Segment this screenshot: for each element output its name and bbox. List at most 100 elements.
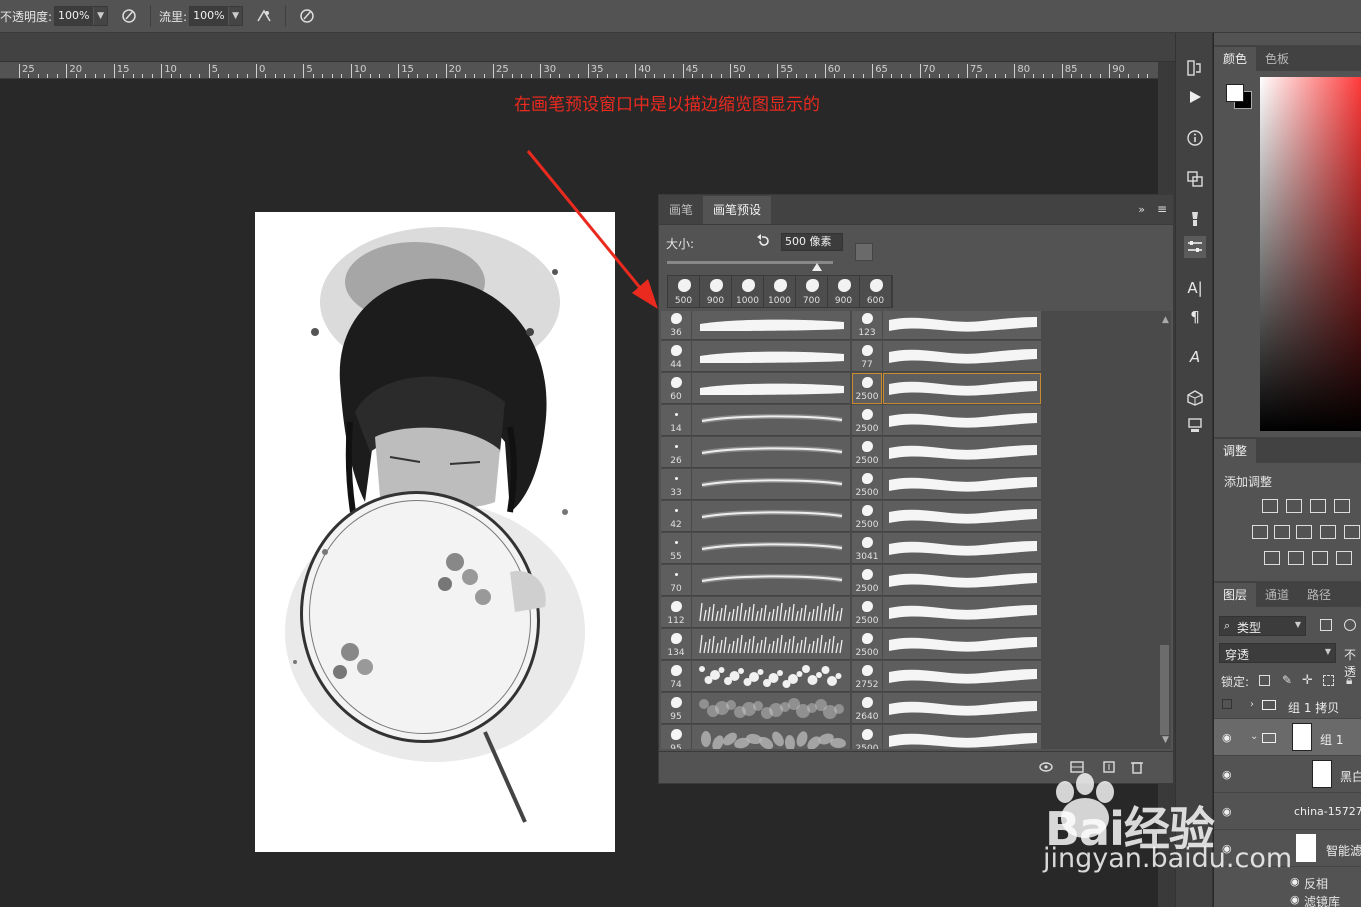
brush-preset-thumb[interactable]: 77 (852, 341, 882, 372)
layer-row[interactable]: ◉ 黑白 (1214, 756, 1361, 793)
brightness-icon[interactable] (1262, 499, 1278, 513)
visibility-empty-icon[interactable] (1222, 699, 1232, 709)
balance-icon[interactable] (1274, 525, 1290, 539)
lock-all-icon[interactable]: 🔒︎ (1346, 673, 1352, 688)
recent-brush[interactable]: 600 (860, 276, 892, 307)
tab-paths[interactable]: 路径 (1298, 583, 1340, 607)
brush-preset-thumb[interactable]: 14 (661, 405, 691, 436)
layer-row[interactable]: ◉ ⌄ 组 1 (1214, 719, 1361, 756)
brush-preset-stroke[interactable] (692, 661, 850, 692)
brush-panel-icon[interactable] (1184, 208, 1206, 230)
brush-preset-thumb[interactable]: 2500 (852, 725, 882, 749)
tab-color[interactable]: 颜色 (1214, 47, 1257, 71)
layer-row[interactable]: ◉ china-157278 (1214, 793, 1361, 830)
brush-preset-stroke[interactable] (883, 405, 1041, 436)
brush-preset-thumb[interactable]: 55 (661, 533, 691, 564)
brush-preset-stroke[interactable] (883, 533, 1041, 564)
levels-icon[interactable] (1286, 499, 1302, 513)
brush-preset-stroke[interactable] (883, 565, 1041, 596)
eye-icon[interactable]: ◉ (1290, 893, 1300, 906)
brush-preset-stroke[interactable] (883, 629, 1041, 660)
brush-preset-stroke[interactable] (692, 373, 850, 404)
new-brush-icon[interactable] (855, 243, 873, 261)
eye-icon[interactable]: ◉ (1222, 768, 1232, 781)
scroll-up-icon[interactable]: ▲ (1162, 315, 1169, 325)
photo-filter-icon[interactable] (1320, 525, 1336, 539)
tab-channels[interactable]: 通道 (1256, 583, 1298, 607)
tab-swatches[interactable]: 色板 (1256, 47, 1298, 71)
smart-filter-thumbnail[interactable] (1296, 834, 1316, 862)
brush-preset-thumb[interactable]: 2500 (852, 437, 882, 468)
brush-preset-stroke[interactable] (692, 437, 850, 468)
brush-preset-thumb[interactable]: 2500 (852, 501, 882, 532)
brush-preset-thumb[interactable]: 74 (661, 661, 691, 692)
brush-preset-stroke[interactable] (692, 597, 850, 628)
brush-preset-thumb[interactable]: 70 (661, 565, 691, 596)
brush-preset-stroke[interactable] (883, 469, 1041, 500)
brush-preset-thumb[interactable]: 44 (661, 341, 691, 372)
layer-row[interactable]: › 组 1 拷贝 (1214, 693, 1361, 719)
character-icon[interactable]: A| (1184, 277, 1206, 299)
blend-mode-select[interactable]: 穿透 ▼ (1219, 643, 1336, 663)
brush-preset-thumb[interactable]: 2500 (852, 469, 882, 500)
layer-mask-thumbnail[interactable] (1292, 723, 1312, 751)
exposure-icon[interactable] (1334, 499, 1350, 513)
chevron-down-icon[interactable]: ▼ (93, 7, 107, 25)
layer-filter-select[interactable]: ⌕ 类型 ▼ (1219, 616, 1306, 636)
pressure-opacity-icon[interactable] (118, 5, 140, 27)
brush-preset-stroke[interactable] (692, 469, 850, 500)
size-value[interactable]: 500 像素 (781, 233, 843, 251)
vibrance-icon[interactable] (1252, 525, 1268, 539)
chevron-right-icon[interactable]: › (1250, 699, 1254, 710)
brush-preset-stroke[interactable] (883, 373, 1041, 404)
chevron-down-icon[interactable]: ▼ (228, 7, 242, 25)
brush-preset-stroke[interactable] (883, 341, 1041, 372)
lock-transparent-icon[interactable] (1259, 675, 1270, 686)
invert-icon[interactable] (1264, 551, 1280, 565)
brush-preset-thumb[interactable]: 33 (661, 469, 691, 500)
history-icon[interactable] (1184, 57, 1206, 79)
brush-preset-stroke[interactable] (883, 725, 1041, 749)
tab-brush[interactable]: 画笔 (659, 196, 703, 224)
preset-scroll-thumb[interactable] (1160, 645, 1169, 735)
brush-preset-thumb[interactable]: 123 (852, 311, 882, 340)
eye-icon[interactable]: ◉ (1290, 875, 1300, 888)
gradient-map-icon[interactable] (1336, 551, 1352, 565)
brush-preset-stroke[interactable] (692, 725, 850, 749)
brush-preset-stroke[interactable] (883, 661, 1041, 692)
brush-preset-stroke[interactable] (692, 533, 850, 564)
clone-source-icon[interactable] (1184, 168, 1206, 190)
brush-preset-thumb[interactable]: 2500 (852, 373, 882, 404)
brush-preset-thumb[interactable]: 60 (661, 373, 691, 404)
brush-preset-stroke[interactable] (883, 501, 1041, 532)
recent-brush[interactable]: 1000 (732, 276, 764, 307)
effect-invert[interactable]: 反相 (1304, 875, 1328, 892)
brush-preset-thumb[interactable]: 95 (661, 693, 691, 724)
chevron-down-icon[interactable]: ⌄ (1250, 731, 1258, 742)
recent-brush[interactable]: 500 (668, 276, 700, 307)
brush-preset-thumb[interactable]: 112 (661, 597, 691, 628)
adjustment-filter-icon[interactable] (1344, 619, 1356, 631)
brush-preset-stroke[interactable] (883, 693, 1041, 724)
brush-preset-stroke[interactable] (692, 629, 850, 660)
brush-preset-stroke[interactable] (883, 437, 1041, 468)
panel-menu-icon[interactable]: ≡ (1157, 202, 1167, 216)
brush-preset-stroke[interactable] (692, 405, 850, 436)
brush-preset-stroke[interactable] (692, 693, 850, 724)
brush-preset-stroke[interactable] (692, 311, 850, 340)
threshold-icon[interactable] (1312, 551, 1328, 565)
pressure-size-icon[interactable] (296, 5, 318, 27)
brush-preset-thumb[interactable]: 2500 (852, 629, 882, 660)
curves-icon[interactable] (1310, 499, 1326, 513)
airbrush-icon[interactable] (253, 5, 275, 27)
eye-icon[interactable]: ◉ (1222, 805, 1232, 818)
color-picker-field[interactable] (1260, 77, 1361, 431)
properties-icon[interactable] (1184, 414, 1206, 436)
size-slider-thumb[interactable] (812, 263, 822, 271)
brush-preset-thumb[interactable]: 134 (661, 629, 691, 660)
brush-preset-thumb[interactable]: 2500 (852, 597, 882, 628)
brush-preset-stroke[interactable] (883, 597, 1041, 628)
brush-preset-thumb[interactable]: 2752 (852, 661, 882, 692)
brush-preset-thumb[interactable]: 2640 (852, 693, 882, 724)
brush-preset-thumb[interactable]: 3041 (852, 533, 882, 564)
